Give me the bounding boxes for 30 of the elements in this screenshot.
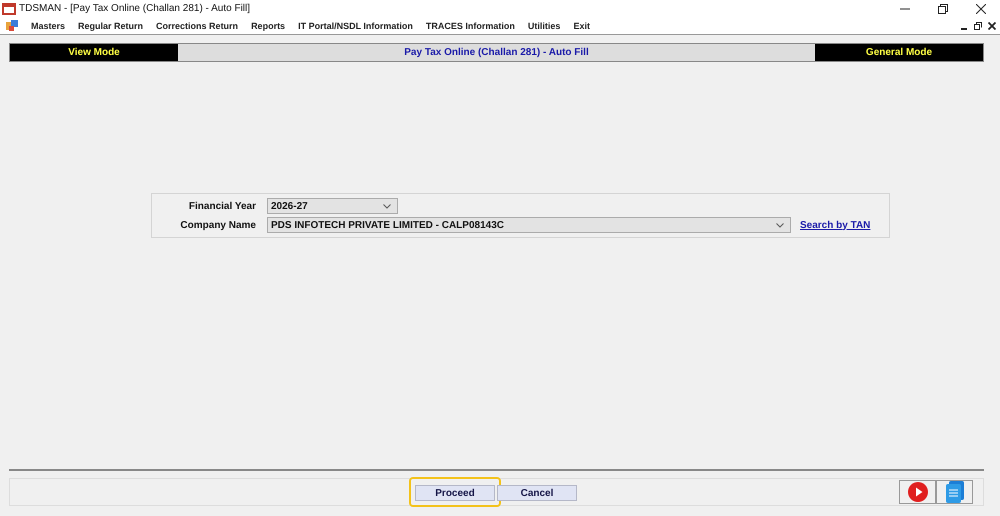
document-button[interactable] — [936, 480, 973, 504]
menu-item[interactable]: Masters — [31, 20, 66, 30]
restore-icon[interactable] — [938, 4, 948, 14]
dropdown-field[interactable]: 2026-27 — [267, 198, 398, 214]
menu-icon[interactable] — [6, 20, 18, 32]
close-icon[interactable] — [988, 22, 996, 30]
menu-item[interactable]: IT Portal/NSDL Information — [298, 20, 413, 30]
chevron-icon — [776, 222, 784, 228]
search-link[interactable]: Search by TAN — [800, 220, 870, 230]
mode-label: View Mode — [10, 44, 178, 61]
restore-icon[interactable] — [974, 22, 982, 30]
action-button[interactable]: Cancel — [497, 485, 577, 502]
close-icon[interactable] — [976, 4, 986, 14]
page-title: Pay Tax Online (Challan 281) - Auto Fill — [178, 44, 815, 61]
mode-label: General Mode — [815, 44, 983, 61]
field-label: Company Name — [179, 220, 256, 230]
chevron-icon — [383, 204, 391, 208]
field-label: Financial Year — [188, 200, 256, 212]
action-button[interactable]: Proceed — [415, 485, 495, 502]
window-title: TDSMAN - [Pay Tax Online (Challan 281) - Auto Fill] — [19, 3, 250, 14]
menu-item[interactable]: Regular Return — [78, 20, 144, 30]
menu-item[interactable]: TRACES Information — [426, 20, 515, 30]
document-icon — [946, 481, 964, 503]
menu-item[interactable]: Exit — [573, 20, 590, 30]
play-icon — [908, 482, 928, 502]
menu-item[interactable]: Corrections Return — [156, 20, 238, 30]
dropdown-field[interactable]: PDS INFOTECH PRIVATE LIMITED - CALP08143C — [267, 217, 791, 233]
menu-item[interactable]: Utilities — [528, 20, 560, 30]
play-button[interactable] — [899, 480, 936, 504]
menu-item[interactable]: Reports — [251, 20, 286, 30]
